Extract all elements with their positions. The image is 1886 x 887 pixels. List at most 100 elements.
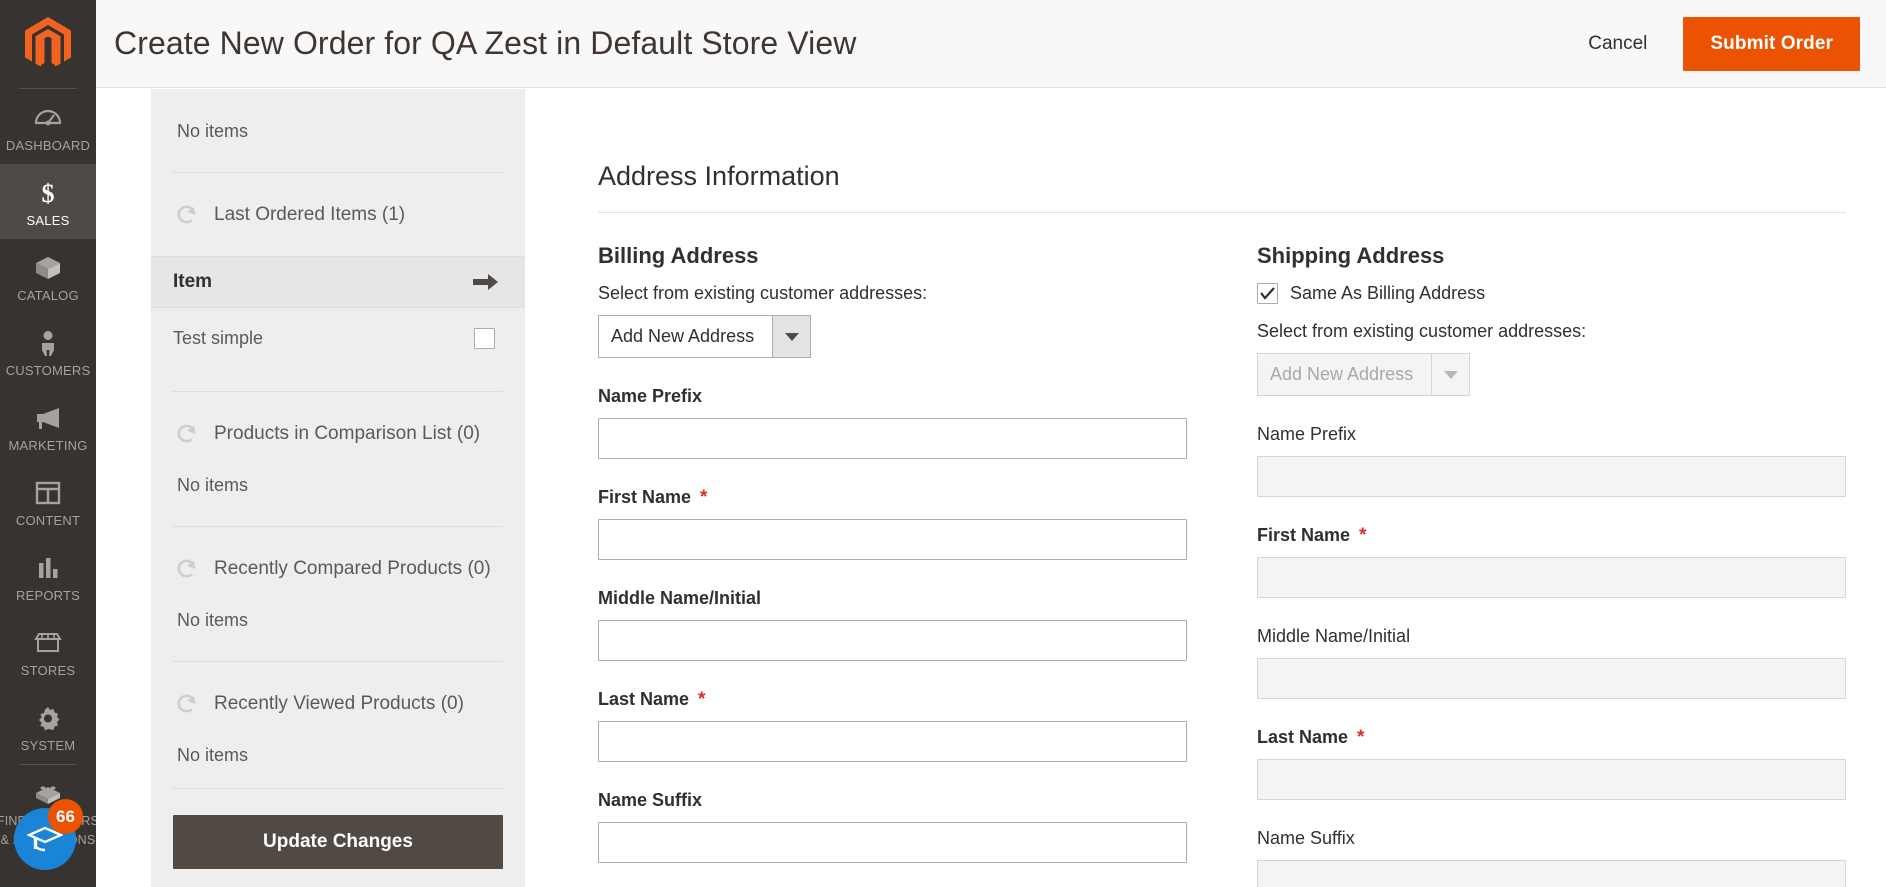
shipping-last-name-input[interactable]	[1257, 759, 1846, 800]
sidebar-item-catalog[interactable]: CATALOG	[0, 239, 96, 314]
billing-middle-name-input[interactable]	[598, 620, 1187, 661]
sidebar-item-label: CUSTOMERS	[5, 363, 91, 379]
field-label: Name Prefix	[1257, 424, 1357, 444]
shipping-field-middle-name: Middle Name/Initial	[1257, 626, 1846, 699]
last-ordered-items-table: Item Test simple	[151, 256, 525, 392]
field-label: Last Name *	[1257, 727, 1365, 748]
field-label: First Name *	[1257, 525, 1367, 546]
sidebar-item-sales[interactable]: $ SALES	[0, 164, 96, 240]
shipping-first-name-input[interactable]	[1257, 557, 1846, 598]
update-changes-button[interactable]: Update Changes	[173, 815, 503, 869]
billing-field-last-name: Last Name *	[598, 689, 1187, 762]
box-icon	[33, 252, 63, 284]
products-in-comparison-list-header[interactable]: Products in Comparison List (0)	[173, 392, 503, 475]
admin-page: DASHBOARD $ SALES CATALOG CUSTOMERS MARK…	[0, 0, 1886, 887]
same-as-billing-label: Same As Billing Address	[1290, 283, 1486, 303]
sidebar-item-reports[interactable]: REPORTS	[0, 539, 96, 614]
refresh-icon	[177, 424, 196, 443]
shipping-name-prefix-input[interactable]	[1257, 456, 1846, 497]
svg-text:$: $	[42, 179, 55, 208]
chevron-down-icon[interactable]	[1431, 353, 1470, 396]
shipping-address-heading: Shipping Address	[1257, 243, 1445, 268]
shipping-address-column: Shipping Address Same As Billing Address…	[1257, 243, 1846, 887]
panel-divider	[173, 788, 503, 789]
field-label: First Name *	[598, 487, 708, 508]
billing-last-name-input[interactable]	[598, 721, 1187, 762]
required-marker: *	[698, 689, 706, 710]
field-label: Middle Name/Initial	[598, 588, 762, 608]
arrow-right-icon[interactable]	[473, 272, 499, 292]
shipping-name-suffix-input[interactable]	[1257, 860, 1846, 887]
section-empty-text: No items	[177, 610, 249, 630]
address-columns: Billing Address Select from existing cus…	[598, 243, 1846, 887]
same-as-billing-checkbox[interactable]	[1257, 283, 1278, 304]
billing-field-middle-name: Middle Name/Initial	[598, 588, 1187, 661]
sidebar-item-content[interactable]: CONTENT	[0, 464, 96, 539]
cancel-button[interactable]: Cancel	[1574, 25, 1661, 63]
chevron-down-icon[interactable]	[772, 315, 811, 358]
field-label: Name Suffix	[1257, 828, 1355, 848]
billing-field-first-name: First Name *	[598, 487, 1187, 560]
dashboard-icon	[33, 102, 63, 134]
dollar-icon: $	[33, 177, 63, 209]
items-table-header: Item	[151, 256, 525, 308]
section-title: Recently Viewed Products (0)	[214, 692, 464, 714]
recently-compared-products-header[interactable]: Recently Compared Products (0)	[173, 527, 503, 610]
billing-select-label: Select from existing customer addresses:	[598, 283, 928, 303]
help-widget-button[interactable]: 66	[14, 799, 83, 870]
sidebar-item-system[interactable]: SYSTEM	[0, 689, 96, 764]
page-header: Create New Order for QA Zest in Default …	[96, 0, 1886, 88]
bar-chart-icon	[33, 552, 63, 584]
sidebar-item-label: STORES	[20, 663, 76, 679]
same-as-billing-row[interactable]: Same As Billing Address	[1257, 283, 1846, 304]
sidebar-item-label: REPORTS	[15, 588, 80, 604]
billing-name-suffix-input[interactable]	[598, 822, 1187, 863]
billing-address-select-value: Add New Address	[598, 315, 772, 358]
recently-viewed-products-header[interactable]: Recently Viewed Products (0)	[173, 662, 503, 745]
sidebar-item-stores[interactable]: STORES	[0, 614, 96, 689]
refresh-icon	[177, 694, 196, 713]
shipping-address-select[interactable]: Add New Address	[1257, 353, 1470, 396]
submit-order-button[interactable]: Submit Order	[1683, 16, 1860, 71]
sidebar-item-label: CONTENT	[15, 513, 81, 529]
shipping-select-label: Select from existing customer addresses:	[1257, 321, 1587, 341]
page-title: Create New Order for QA Zest in Default …	[114, 25, 857, 61]
last-ordered-items-title: Last Ordered Items (1)	[214, 203, 406, 225]
last-ordered-items-header[interactable]: Last Ordered Items (1)	[173, 173, 503, 256]
required-marker: *	[1359, 525, 1367, 546]
billing-address-select[interactable]: Add New Address	[598, 315, 811, 358]
item-select-checkbox[interactable]	[474, 328, 495, 349]
sidebar-item-label: SYSTEM	[20, 738, 76, 754]
refresh-icon	[177, 559, 196, 578]
sidebar-item-label: CATALOG	[17, 288, 79, 304]
item-name: Test simple	[173, 328, 264, 348]
billing-field-name-prefix: Name Prefix	[598, 386, 1187, 459]
refresh-icon	[177, 205, 196, 224]
billing-address-column: Billing Address Select from existing cus…	[598, 243, 1187, 887]
sidebar-item-label: DASHBOARD	[5, 138, 91, 153]
required-marker: *	[1357, 727, 1365, 748]
section-title-address-information: Address Information	[598, 161, 1846, 213]
address-information-form: Address Information Billing Address Sele…	[525, 89, 1886, 887]
storefront-icon	[33, 627, 63, 659]
magento-logo[interactable]	[0, 0, 96, 88]
section-empty-text: No items	[177, 475, 249, 495]
shipping-field-first-name: First Name *	[1257, 525, 1846, 598]
gear-icon	[33, 702, 63, 734]
header-actions: Cancel Submit Order	[1574, 16, 1860, 71]
layout-icon	[33, 477, 63, 509]
section-empty-text: No items	[177, 745, 249, 765]
field-label: Name Prefix	[598, 386, 703, 406]
sidebar-item-marketing[interactable]: MARKETING	[0, 389, 96, 464]
sidebar-item-label: SALES	[26, 213, 70, 229]
field-label: Last Name *	[598, 689, 706, 710]
shipping-middle-name-input[interactable]	[1257, 658, 1846, 699]
sidebar-item-customers[interactable]: CUSTOMERS	[0, 314, 96, 389]
required-marker: *	[700, 487, 708, 508]
billing-name-prefix-input[interactable]	[598, 418, 1187, 459]
checkmark-icon	[1260, 287, 1275, 300]
billing-first-name-input[interactable]	[598, 519, 1187, 560]
sidebar-item-dashboard[interactable]: DASHBOARD	[0, 89, 96, 164]
field-label: Middle Name/Initial	[1257, 626, 1411, 646]
section-title: Products in Comparison List (0)	[214, 422, 481, 444]
